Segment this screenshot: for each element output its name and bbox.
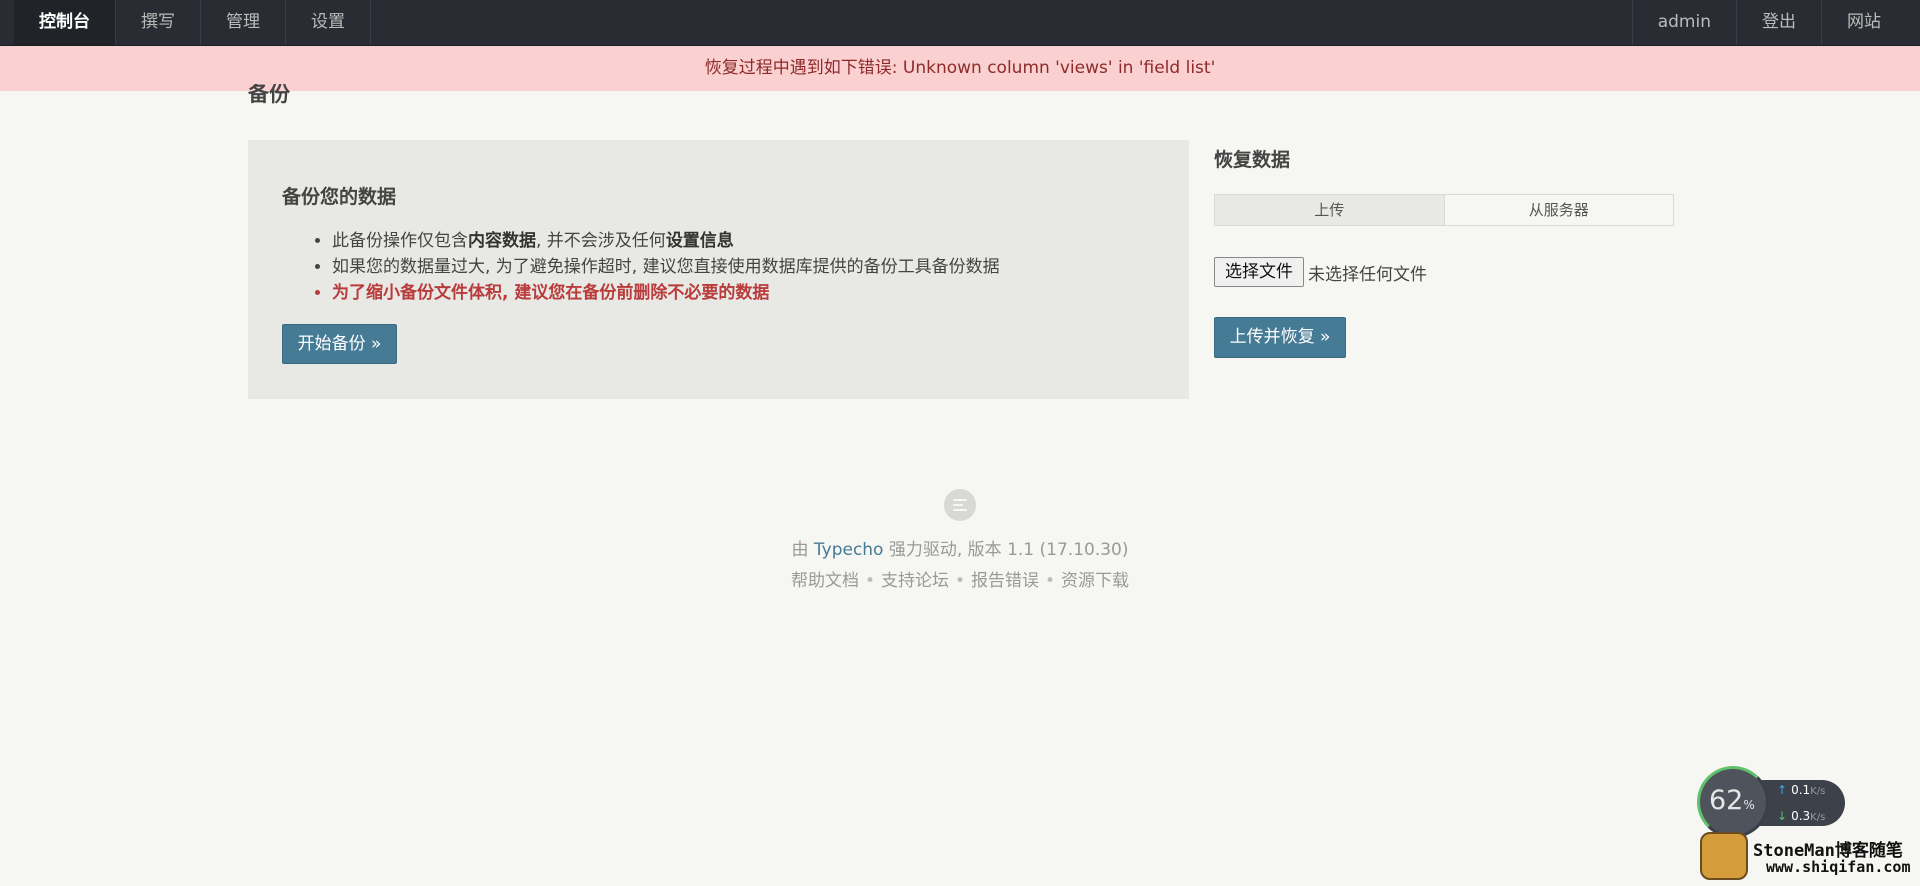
downloads-link[interactable]: 资源下载 [1061, 571, 1129, 591]
download-speed: ↓ 0.3K/s [1777, 809, 1826, 823]
support-forum-link[interactable]: 支持论坛 [881, 571, 949, 591]
footer-links: 帮助文档 • 支持论坛 • 报告错误 • 资源下载 [0, 566, 1920, 591]
start-backup-button[interactable]: 开始备份 » [282, 324, 397, 364]
restore-tabs: 上传 从服务器 [1214, 194, 1674, 226]
footer-credit: 由 Typecho 强力驱动, 版本 1.1 (17.10.30) [791, 540, 1129, 560]
restore-title: 恢复数据 [1214, 149, 1291, 171]
tab-from-server[interactable]: 从服务器 [1444, 194, 1674, 226]
nav-website[interactable]: 网站 [1821, 0, 1906, 45]
watermark-avatar-icon [1700, 832, 1748, 880]
nav-user-admin[interactable]: admin [1631, 0, 1736, 45]
file-status: 未选择任何文件 [1308, 264, 1427, 285]
main-nav: 控制台 撰写 管理 设置 [14, 0, 371, 45]
backup-note-1: 此备份操作仅包含内容数据, 并不会涉及任何设置信息 [332, 228, 1000, 254]
network-speed-widget[interactable]: 62% ↑ 0.1K/s ↓ 0.3K/s [1697, 766, 1845, 838]
help-docs-link[interactable]: 帮助文档 [791, 571, 859, 591]
download-arrow-icon: ↓ [1777, 809, 1788, 823]
watermark-url: www.shiqifan.com [1766, 858, 1911, 876]
typecho-logo-icon [944, 489, 976, 521]
backup-note-2: 如果您的数据量过大, 为了避免操作超时, 建议您直接使用数据库提供的备份工具备份… [332, 254, 1000, 280]
file-picker: 选择文件 未选择任何文件 [1214, 257, 1427, 287]
typecho-link[interactable]: Typecho [814, 540, 884, 560]
nav-manage[interactable]: 管理 [201, 0, 286, 45]
page-title: 备份 [248, 84, 290, 104]
top-navbar: 控制台 撰写 管理 设置 admin 登出 网站 [0, 0, 1920, 46]
separator: • [864, 571, 875, 591]
upload-arrow-icon: ↑ [1777, 783, 1788, 797]
user-nav: admin 登出 网站 [1631, 0, 1906, 45]
upload-speed: ↑ 0.1K/s [1777, 783, 1826, 797]
tab-upload[interactable]: 上传 [1214, 194, 1445, 226]
backup-notes: 此备份操作仅包含内容数据, 并不会涉及任何设置信息 如果您的数据量过大, 为了避… [282, 228, 1000, 306]
nav-logout[interactable]: 登出 [1736, 0, 1821, 45]
nav-write[interactable]: 撰写 [116, 0, 201, 45]
report-bug-link[interactable]: 报告错误 [971, 571, 1039, 591]
separator: • [1045, 571, 1056, 591]
nav-dashboard[interactable]: 控制台 [14, 0, 116, 45]
nav-settings[interactable]: 设置 [286, 0, 371, 45]
usage-percent: 62% [1709, 785, 1755, 816]
choose-file-button[interactable]: 选择文件 [1214, 257, 1304, 287]
upload-restore-button[interactable]: 上传并恢复 » [1214, 317, 1346, 358]
backup-panel: 备份您的数据 此备份操作仅包含内容数据, 并不会涉及任何设置信息 如果您的数据量… [248, 140, 1189, 399]
backup-note-warning: 为了缩小备份文件体积, 建议您在备份前删除不必要的数据 [332, 280, 1000, 306]
separator: • [954, 571, 966, 591]
backup-title: 备份您的数据 [282, 186, 397, 208]
